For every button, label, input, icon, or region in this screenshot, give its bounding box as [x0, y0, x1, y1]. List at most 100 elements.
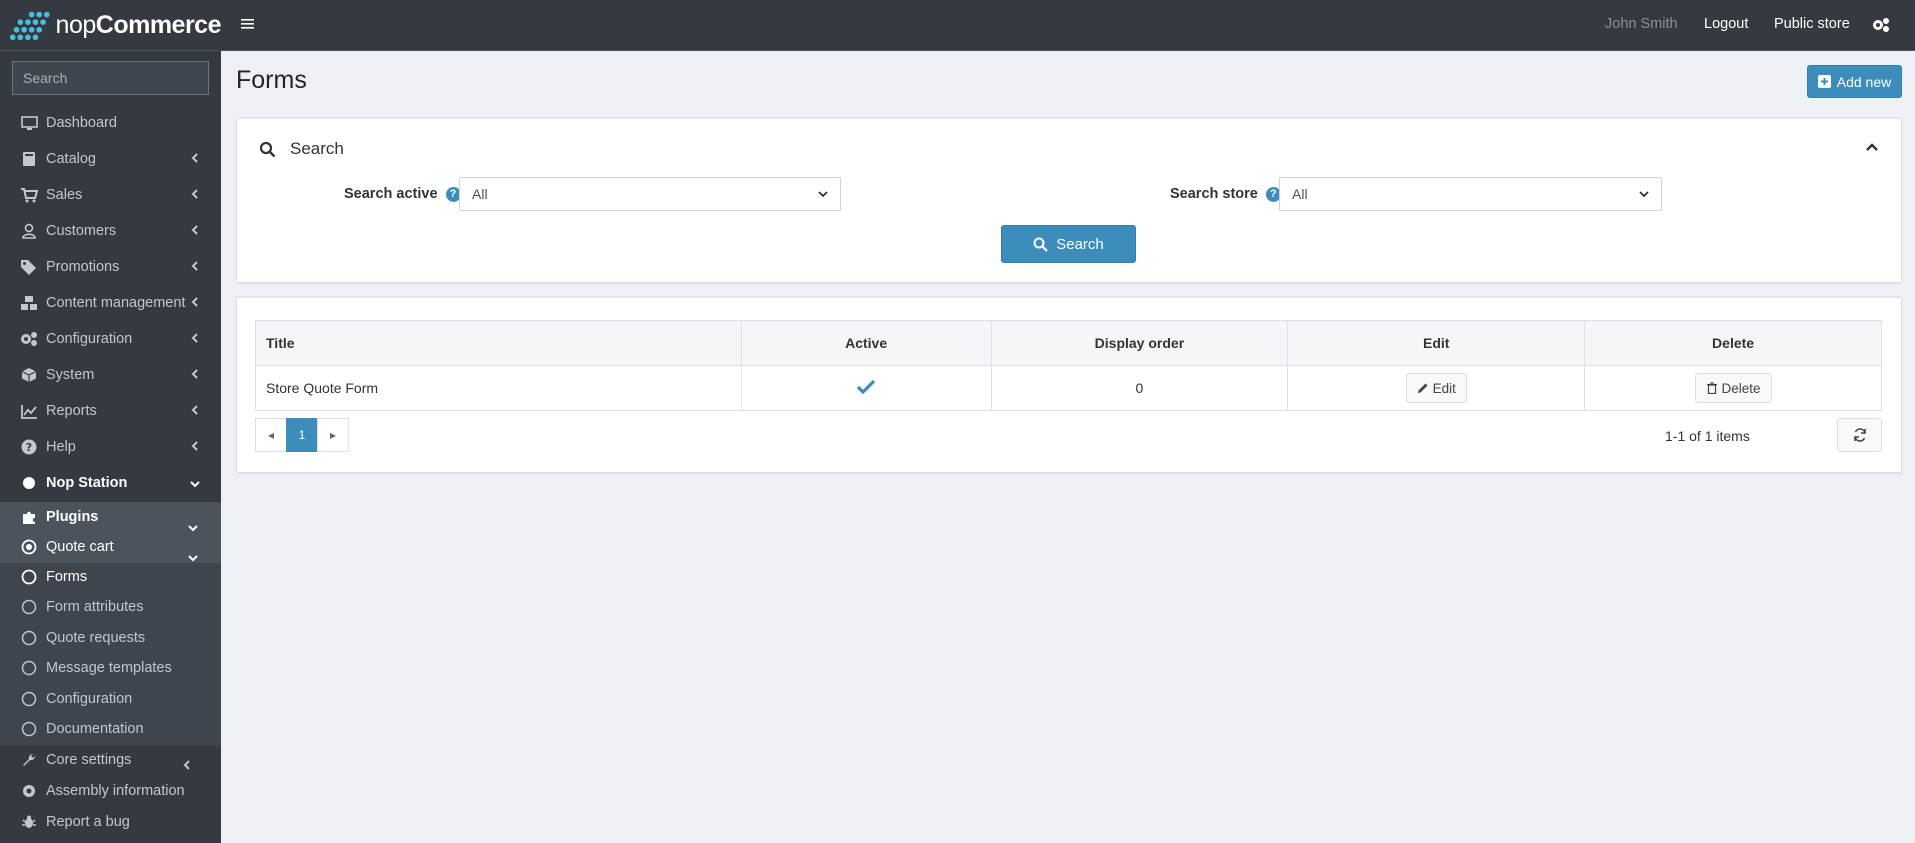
sidebar-item-report-a-bug[interactable]: Report a bug: [0, 807, 221, 837]
sidebar-item-help[interactable]: ? Help: [0, 432, 221, 462]
chevron-left-icon: [191, 297, 198, 307]
chart-icon: [20, 402, 38, 420]
sidebar-item-label: Content management: [46, 295, 186, 311]
sidebar-item-quote-requests[interactable]: Quote requests: [0, 623, 221, 653]
search-store-select[interactable]: All: [1279, 177, 1662, 211]
sidebar-item-nop-station[interactable]: Nop Station: [0, 468, 221, 498]
circle-outline-icon: [20, 720, 38, 738]
sidebar-item-configuration[interactable]: Configuration: [0, 324, 221, 354]
search-panel: Search Search active ? All Search store …: [237, 118, 1901, 282]
search-active-label: Search active ?: [344, 186, 461, 202]
sidebar-item-label: Message templates: [46, 660, 172, 676]
refresh-button[interactable]: [1837, 418, 1882, 452]
sidebar-item-label: Configuration: [46, 331, 133, 347]
sidebar-item-system[interactable]: System: [0, 360, 221, 390]
search-store-label: Search store ?: [1170, 186, 1281, 202]
sidebar-item-label: Documentation: [46, 721, 144, 737]
delete-button-label: Delete: [1721, 380, 1761, 396]
chevron-left-icon: [191, 189, 198, 199]
pager-prev-button[interactable]: ◂: [255, 418, 287, 452]
sidebar-item-label: Plugins: [46, 509, 99, 525]
wrench-icon: [20, 751, 38, 769]
sidebar-item-label: System: [46, 367, 95, 383]
sidebar-search: [12, 61, 209, 95]
search-active-select[interactable]: All: [459, 177, 841, 211]
sidebar-item-reports[interactable]: Reports: [0, 396, 221, 426]
monitor-icon: [20, 114, 38, 132]
top-navbar: John Smith Logout Public store: [221, 0, 1915, 51]
sidebar-item-core-settings[interactable]: Core settings: [0, 745, 221, 775]
sidebar-item-documentation[interactable]: Documentation: [0, 714, 221, 744]
hamburger-menu-icon[interactable]: [241, 17, 255, 31]
question-icon: ?: [20, 438, 38, 456]
sidebar-item-label: Assembly information: [46, 783, 185, 799]
sidebar-item-label: Customers: [46, 223, 117, 239]
circle-outline-icon: [20, 598, 38, 616]
sidebar-item-dashboard[interactable]: Dashboard: [0, 108, 221, 138]
sidebar-item-assembly-information[interactable]: Assembly information: [0, 776, 221, 806]
sidebar-item-label: Sales: [46, 187, 83, 203]
pager-next-button[interactable]: ▸: [317, 418, 349, 452]
sidebar-item-plugin-configuration[interactable]: Configuration: [0, 684, 221, 714]
sidebar-item-plugins[interactable]: Plugins: [0, 502, 221, 532]
edit-button[interactable]: Edit: [1405, 373, 1467, 403]
sidebar-item-label: Form attributes: [46, 599, 144, 615]
circle-outline-icon: [20, 690, 38, 708]
logout-link[interactable]: Logout: [1704, 16, 1748, 32]
refresh-icon: [1853, 428, 1866, 442]
sidebar-item-customers[interactable]: Customers: [0, 216, 221, 246]
add-new-button[interactable]: Add new: [1807, 65, 1902, 98]
sidebar-item-promotions[interactable]: Promotions: [0, 252, 221, 282]
delete-button[interactable]: Delete: [1694, 373, 1772, 403]
search-panel-title: Search: [290, 139, 344, 158]
cart-icon: [20, 186, 38, 204]
forms-grid-panel: Title Active Display order Edit Delete S…: [237, 297, 1901, 472]
svg-text:?: ?: [26, 441, 32, 454]
column-header-title[interactable]: Title: [255, 320, 742, 366]
sidebar-search-input[interactable]: [23, 70, 204, 86]
column-header-edit: Edit: [1287, 320, 1586, 366]
search-panel-header[interactable]: Search: [259, 139, 344, 159]
search-store-value: All: [1292, 186, 1308, 202]
dot-circle-icon: [20, 538, 38, 556]
column-header-delete: Delete: [1584, 320, 1882, 366]
column-header-active[interactable]: Active: [740, 320, 992, 366]
search-button-label: Search: [1056, 235, 1104, 253]
chevron-up-icon[interactable]: [1865, 141, 1879, 153]
tags-icon: [20, 258, 38, 276]
edit-button-label: Edit: [1432, 380, 1456, 396]
brand-name: nopCommerce: [55, 10, 222, 39]
circle-outline-icon: [20, 659, 38, 677]
cell-edit: Edit: [1287, 365, 1586, 411]
column-header-display-order[interactable]: Display order: [990, 320, 1289, 366]
gear-icon: [20, 782, 38, 800]
sidebar-item-forms[interactable]: Forms: [0, 562, 221, 592]
cell-title: Store Quote Form: [255, 365, 742, 411]
settings-gears-icon[interactable]: [1872, 17, 1890, 33]
pager-page-current[interactable]: 1: [286, 418, 318, 452]
chevron-left-icon: [191, 261, 198, 271]
chevron-left-icon: [191, 333, 198, 343]
brand-logo[interactable]: nopCommerce: [0, 0, 222, 51]
search-button[interactable]: Search: [1001, 225, 1136, 263]
pager-summary: 1-1 of 1 items: [1665, 428, 1750, 444]
pagination: ◂ 1 ▸: [255, 418, 349, 452]
sidebar-item-content-management[interactable]: Content management: [0, 288, 221, 318]
sidebar-item-form-attributes[interactable]: Form attributes: [0, 592, 221, 622]
chevron-left-icon: [191, 405, 198, 415]
sidebar-item-quote-cart[interactable]: Quote cart: [0, 532, 221, 562]
search-store-label-text: Search store: [1170, 186, 1258, 202]
chevron-down-icon: [818, 191, 828, 198]
sidebar-item-sales[interactable]: Sales: [0, 180, 221, 210]
sidebar-item-label: Forms: [46, 569, 88, 585]
chevron-down-icon: [1639, 191, 1649, 198]
sidebar-item-label: Dashboard: [46, 115, 117, 131]
chevron-left-icon: [191, 369, 198, 379]
sidebar-item-message-templates[interactable]: Message templates: [0, 653, 221, 683]
search-icon: [1033, 237, 1049, 252]
gears-icon: [20, 330, 38, 348]
circle-outline-icon: [20, 629, 38, 647]
public-store-link[interactable]: Public store: [1774, 16, 1850, 32]
sidebar: nopCommerce Dashboard Catalog Sales Cust…: [0, 0, 222, 843]
sidebar-item-catalog[interactable]: Catalog: [0, 144, 221, 174]
